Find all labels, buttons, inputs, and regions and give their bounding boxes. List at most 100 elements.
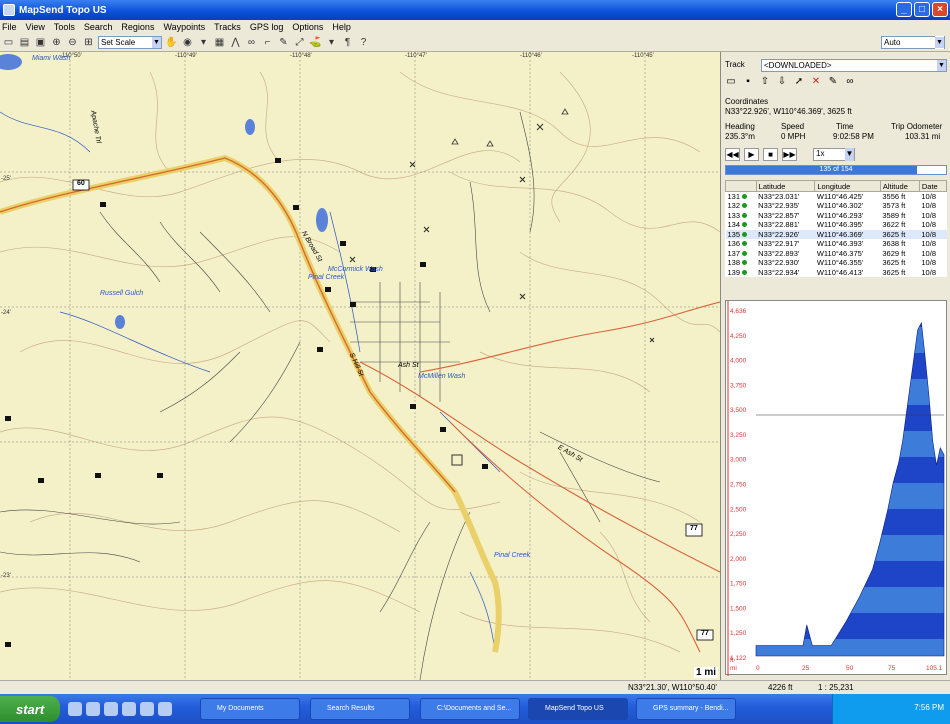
column-header[interactable]	[725, 180, 757, 192]
binoculars-icon[interactable]: ∞	[245, 36, 258, 49]
minimize-button[interactable]: _	[896, 2, 912, 17]
table-row[interactable]: 133 N33°22.857' W110°46.293' 3589 ft 10/8	[726, 211, 947, 221]
folder-icon[interactable]	[158, 702, 172, 716]
cell-alt: 3638 ft	[882, 239, 906, 249]
zoom-select[interactable]: Auto ▼	[881, 36, 945, 49]
chevron-down-icon[interactable]: ▾	[325, 36, 338, 49]
map-view[interactable]: 60 77 77 -110°50' -110°49' -110°48' -110…	[0, 52, 720, 680]
select-region-icon[interactable]: ⌐	[261, 36, 274, 49]
menu-gps-log[interactable]: GPS log	[250, 22, 284, 32]
status-elevation: 4226 ft	[768, 683, 793, 692]
rewind-icon[interactable]: ◀◀	[725, 148, 740, 161]
print-preview-icon[interactable]: ▣	[34, 36, 47, 49]
cell-lat: N33°22.857'	[758, 210, 800, 220]
measure-icon[interactable]: ⋀	[229, 36, 242, 49]
menu-help[interactable]: Help	[332, 22, 351, 32]
excel-icon[interactable]	[140, 702, 154, 716]
menu-tracks[interactable]: Tracks	[214, 22, 241, 32]
fast-forward-icon[interactable]: ▶▶	[782, 148, 797, 161]
cell-lat: N33°22.935'	[758, 201, 800, 211]
table-row[interactable]: 135 N33°22.926' W110°46.369' 3625 ft 10/8	[725, 229, 947, 239]
table-row[interactable]: 139 N33°22.934' W110°46.413' 3625 ft 10/8	[726, 268, 947, 278]
save-track-icon[interactable]: ▪	[742, 76, 754, 88]
print-icon[interactable]: ▤	[18, 36, 31, 49]
send-icon[interactable]: ➚	[793, 76, 805, 88]
chevron-down-icon[interactable]: ▾	[197, 36, 210, 49]
menu-file[interactable]: File	[2, 22, 17, 32]
x-tick-label: mi	[730, 665, 737, 672]
waypoint-icon[interactable]: ⛳	[309, 36, 322, 49]
play-icon[interactable]: ▶	[744, 148, 759, 161]
cell-date: 10/8	[921, 220, 936, 230]
column-header[interactable]: Date	[918, 180, 948, 192]
zoom-window-icon[interactable]: ⊞	[82, 36, 95, 49]
russell-gulch-label: Russell Gulch	[100, 290, 144, 297]
taskbar-item[interactable]: Search Results	[310, 698, 410, 720]
menu-tools[interactable]: Tools	[54, 22, 75, 32]
cell-alt: 3625 ft	[882, 258, 906, 268]
scale-select[interactable]: Set Scale ▼	[98, 36, 162, 49]
speed-select[interactable]: 1x ▼	[813, 148, 855, 161]
menu-waypoints[interactable]: Waypoints	[163, 22, 205, 32]
edit-icon[interactable]: ✎	[827, 76, 839, 88]
table-row[interactable]: 134 N33°22.881' W110°46.395' 3622 ft 10/8	[726, 220, 947, 230]
route-icon[interactable]: ⤢	[293, 36, 306, 49]
globe-icon[interactable]: ◉	[181, 36, 194, 49]
mine-symbols	[349, 123, 655, 343]
track-progress[interactable]: 135 of 154	[725, 165, 947, 175]
help-icon[interactable]: ?	[357, 36, 370, 49]
taskbar-item[interactable]: C:\Documents and Se...	[420, 698, 520, 720]
menu-options[interactable]: Options	[292, 22, 323, 32]
x-tick-label: 25	[802, 665, 810, 672]
longitude-label: -110°47'	[405, 53, 427, 59]
heading-label: Heading	[725, 122, 755, 131]
time-value: 9:02:58 PM	[833, 132, 874, 141]
stop-icon[interactable]: ■	[763, 148, 778, 161]
table-row[interactable]: 138 N33°22.930' W110°46.355' 3625 ft 10/8	[726, 258, 947, 268]
table-row[interactable]: 132 N33°22.935' W110°46.302' 3573 ft 10/8	[726, 201, 947, 211]
info-icon[interactable]: ¶	[341, 36, 354, 49]
delete-icon[interactable]: ✕	[810, 76, 822, 88]
cell-lat: N33°22.917'	[758, 239, 800, 249]
track-select[interactable]: <DOWNLOADED> ▼	[761, 59, 947, 72]
column-header[interactable]: Latitude	[755, 180, 816, 192]
speed-select-value: 1x	[816, 149, 825, 158]
maximize-button[interactable]: □	[914, 2, 930, 17]
track-select-value: <DOWNLOADED>	[764, 61, 832, 70]
ie-icon[interactable]	[68, 702, 82, 716]
row-id: 132	[726, 201, 757, 211]
word-icon[interactable]	[122, 702, 136, 716]
playback-controls: ◀◀ ▶ ■ ▶▶ 1x ▼	[725, 148, 855, 161]
taskbar-item[interactable]: GPS summary - Bendi...	[636, 698, 736, 720]
open-icon[interactable]: ▭	[2, 36, 15, 49]
taskbar-item[interactable]: MapSend Topo US	[528, 698, 628, 720]
outlook-icon[interactable]	[86, 702, 100, 716]
menu-view[interactable]: View	[26, 22, 45, 32]
pushpin-icon[interactable]: ✎	[277, 36, 290, 49]
table-row[interactable]: 137 N33°22.893' W110°46.375' 3629 ft 10/8	[726, 249, 947, 259]
zoom-in-icon[interactable]: ⊕	[50, 36, 63, 49]
table-row[interactable]: 131 N33°23.031' W110°46.425' 3556 ft 10/8	[726, 192, 947, 201]
table-row[interactable]: 136 N33°22.917' W110°46.393' 3638 ft 10/8	[726, 239, 947, 249]
column-header[interactable]: Altitude	[879, 180, 920, 192]
pan-hand-icon[interactable]: ✋	[165, 36, 178, 49]
longitude-label: -110°48'	[290, 53, 312, 59]
zoom-out-icon[interactable]: ⊖	[66, 36, 79, 49]
upload-icon[interactable]: ⇧	[759, 76, 771, 88]
elevation-profile[interactable]: 4,636 4,250 4,000 3,750 3,500 3,250 3,000 2,750…	[725, 300, 947, 676]
open-track-icon[interactable]: ▭	[725, 76, 737, 88]
ash-st-label: Ash St	[398, 362, 419, 369]
download-icon[interactable]: ⇩	[776, 76, 788, 88]
profile-icon[interactable]: ▦	[213, 36, 226, 49]
menu-search[interactable]: Search	[84, 22, 113, 32]
taskbar-item[interactable]: My Documents	[200, 698, 300, 720]
binoculars-icon[interactable]: ∞	[844, 76, 856, 88]
start-button[interactable]: start	[0, 696, 60, 722]
column-header[interactable]: Longitude	[814, 180, 881, 192]
close-button[interactable]: ×	[932, 2, 948, 17]
longitude-label: -110°45'	[632, 53, 654, 59]
system-tray: 7:56 PM	[832, 694, 950, 724]
media-player-icon[interactable]	[104, 702, 118, 716]
menu-bar: File View Tools Search Regions Waypoints…	[0, 20, 950, 34]
menu-regions[interactable]: Regions	[121, 22, 154, 32]
